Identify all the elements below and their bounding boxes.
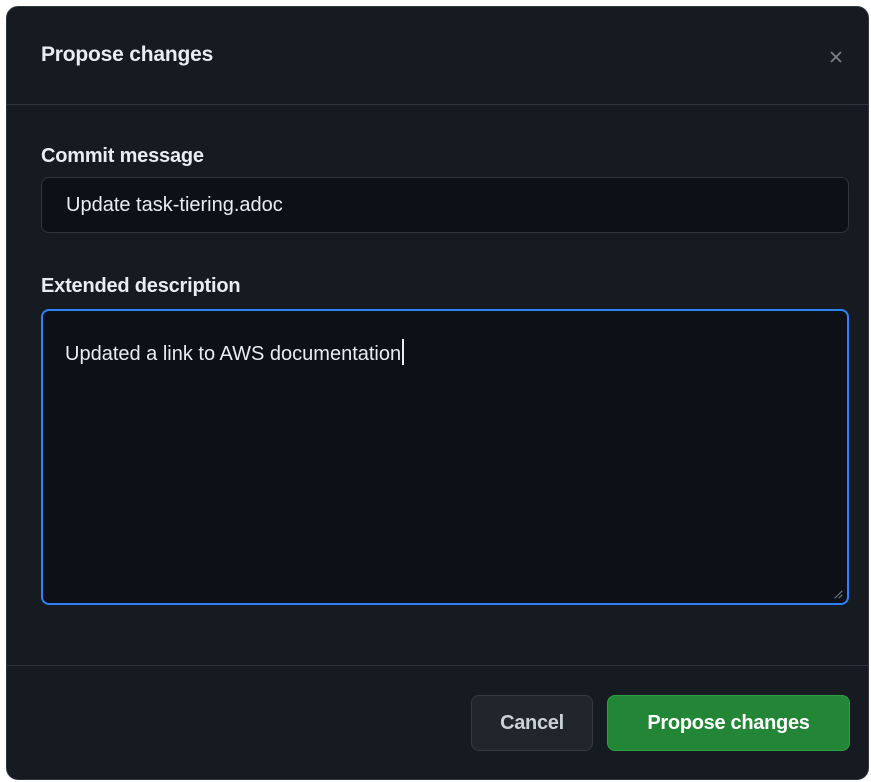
propose-changes-button[interactable]: Propose changes	[607, 695, 850, 751]
propose-changes-dialog: Propose changes Commit message Extended …	[6, 6, 869, 780]
close-button[interactable]	[822, 43, 850, 71]
commit-message-label: Commit message	[41, 145, 204, 167]
commit-message-input[interactable]	[41, 177, 849, 233]
dialog-body: Commit message Extended description Upda…	[7, 105, 868, 665]
resize-handle-icon[interactable]	[833, 589, 843, 599]
extended-description-text: Updated a link to AWS documentation	[65, 343, 402, 365]
dialog-header: Propose changes	[7, 7, 868, 105]
extended-description-label: Extended description	[41, 275, 241, 297]
dialog-title: Propose changes	[41, 43, 214, 66]
close-icon	[830, 51, 842, 63]
cancel-button[interactable]: Cancel	[471, 695, 593, 751]
extended-description-textarea[interactable]: Updated a link to AWS documentation	[41, 309, 849, 605]
dialog-footer: Cancel Propose changes	[7, 665, 868, 779]
text-cursor	[402, 339, 405, 365]
